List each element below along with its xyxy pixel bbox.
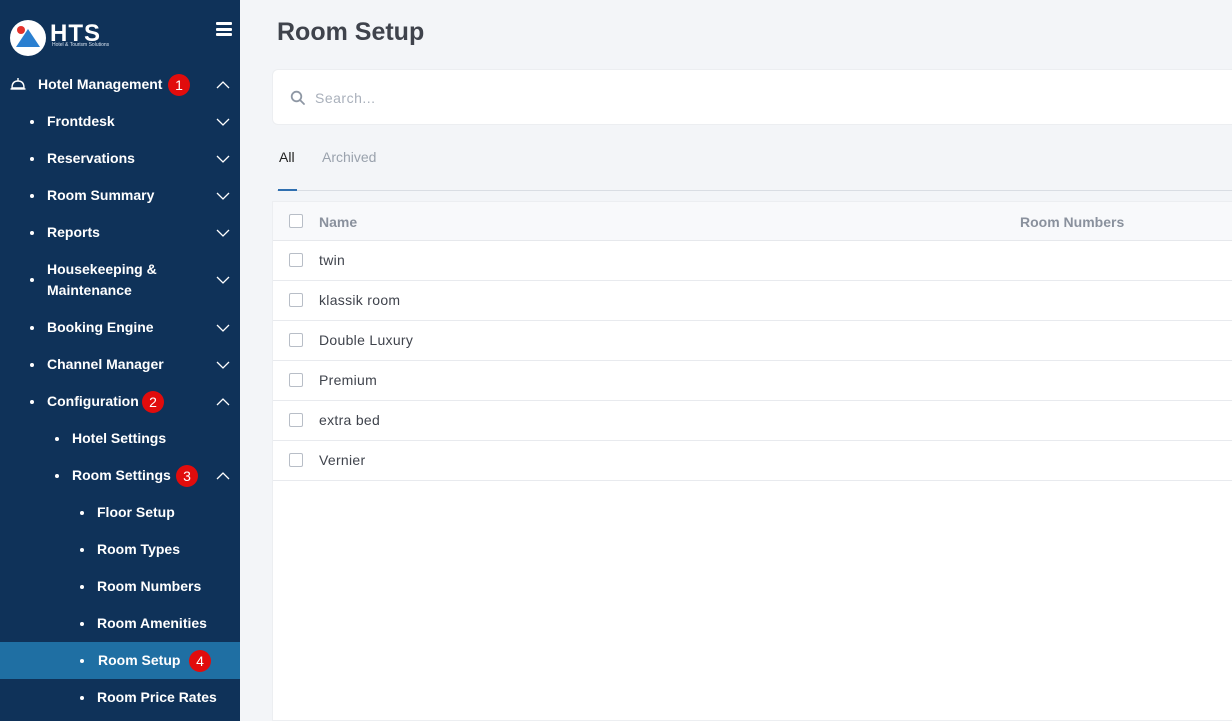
sidebar-item-label: Channel Manager: [47, 356, 164, 372]
sidebar-item-reports[interactable]: Reports: [0, 214, 240, 251]
sidebar-item-room-setup[interactable]: Room Setup 4: [0, 642, 240, 679]
sidebar-item-label: Reservations: [47, 150, 135, 166]
sidebar-header: HTS Hotel & Tourism Solutions: [0, 0, 240, 66]
tab-all[interactable]: All: [279, 149, 295, 165]
sidebar-item-hotel-settings[interactable]: Hotel Settings: [0, 420, 240, 457]
row-checkbox[interactable]: [289, 453, 303, 467]
row-checkbox[interactable]: [289, 373, 303, 387]
sidebar-item-label: Housekeeping &: [47, 261, 157, 277]
sidebar-item-label: Room Numbers: [97, 578, 202, 594]
row-checkbox[interactable]: [289, 413, 303, 427]
sidebar-item-frontdesk[interactable]: Frontdesk: [0, 103, 240, 140]
chevron-down-icon: [216, 115, 230, 129]
sidebar-item-room-settings[interactable]: Room Settings 3: [0, 457, 240, 494]
chevron-down-icon: [216, 358, 230, 372]
room-name: extra bed: [319, 412, 381, 428]
sidebar-item-booking-engine[interactable]: Booking Engine: [0, 309, 240, 346]
badge-number: 4: [189, 650, 211, 672]
chevron-up-icon: [216, 395, 230, 409]
room-setup-table: Name Room Numbers twin klassik room Doub…: [272, 201, 1232, 721]
main-content: Room Setup All Archived Name Room Number…: [240, 0, 1232, 721]
sidebar-item-label: Hotel Settings: [72, 430, 167, 446]
column-header-room-numbers[interactable]: Room Numbers: [1020, 214, 1124, 230]
sidebar-item-label: Room Settings: [72, 467, 171, 483]
page-title: Room Setup: [277, 18, 425, 46]
sidebar-item-hotel-management[interactable]: Hotel Management 1: [0, 66, 240, 103]
sidebar-item-room-amenities[interactable]: Room Amenities: [0, 605, 240, 642]
sidebar-item-room-types[interactable]: Room Types: [0, 531, 240, 568]
sidebar-item-label: Hotel Management: [38, 76, 163, 92]
room-name: klassik room: [319, 292, 401, 308]
table-row[interactable]: klassik room: [273, 281, 1232, 321]
sidebar-item-label: Room Price Rates: [97, 689, 217, 705]
badge-number: 1: [168, 74, 190, 96]
hts-logo: [10, 20, 46, 56]
table-row[interactable]: extra bed: [273, 401, 1232, 441]
chevron-up-icon: [216, 469, 230, 483]
brand-tagline: Hotel & Tourism Solutions: [52, 42, 110, 48]
badge-number: 2: [142, 391, 164, 413]
chevron-up-icon: [216, 78, 230, 92]
row-checkbox[interactable]: [289, 293, 303, 307]
room-name: Premium: [319, 372, 378, 388]
table-row[interactable]: Premium: [273, 361, 1232, 401]
sidebar-item-label: Booking Engine: [47, 319, 154, 335]
chevron-down-icon: [216, 152, 230, 166]
tab-bar: All Archived: [277, 140, 1232, 191]
room-name: Vernier: [319, 452, 366, 468]
chevron-down-icon: [216, 321, 230, 335]
menu-toggle-icon[interactable]: [216, 22, 232, 36]
sidebar-item-label: Configuration: [47, 393, 139, 409]
sidebar-item-label: Room Setup: [98, 652, 181, 668]
sidebar-item-label-line2: Maintenance: [47, 282, 132, 298]
room-name: twin: [319, 252, 346, 268]
table-row[interactable]: twin: [273, 241, 1232, 281]
sidebar-item-configuration[interactable]: Configuration 2: [0, 383, 240, 420]
chevron-down-icon: [216, 273, 230, 287]
sidebar-item-label: Room Types: [97, 541, 180, 557]
sidebar-item-label: Room Amenities: [97, 615, 207, 631]
sidebar-item-housekeeping-maintenance[interactable]: Housekeeping & Maintenance: [0, 251, 240, 309]
sidebar-item-label: Floor Setup: [97, 504, 175, 520]
search-bar: [272, 69, 1232, 125]
chevron-down-icon: [216, 189, 230, 203]
sidebar-item-room-summary[interactable]: Room Summary: [0, 177, 240, 214]
sidebar-item-channel-manager[interactable]: Channel Manager: [0, 346, 240, 383]
sidebar: HTS Hotel & Tourism Solutions Hotel Mana…: [0, 0, 240, 721]
tab-archived[interactable]: Archived: [322, 149, 376, 165]
table-row[interactable]: Vernier: [273, 441, 1232, 481]
select-all-checkbox[interactable]: [289, 214, 303, 228]
sidebar-item-label: Room Summary: [47, 187, 155, 203]
sidebar-item-label: Reports: [47, 224, 100, 240]
search-input[interactable]: [315, 88, 1195, 108]
badge-number: 3: [176, 465, 198, 487]
room-name: Double Luxury: [319, 332, 414, 348]
sidebar-item-floor-setup[interactable]: Floor Setup: [0, 494, 240, 531]
column-header-name[interactable]: Name: [319, 214, 357, 230]
table-row[interactable]: Double Luxury: [273, 321, 1232, 361]
sidebar-item-room-numbers[interactable]: Room Numbers: [0, 568, 240, 605]
sidebar-item-reservations[interactable]: Reservations: [0, 140, 240, 177]
table-header: Name Room Numbers: [273, 202, 1232, 241]
sidebar-item-room-price-rates[interactable]: Room Price Rates: [0, 679, 240, 716]
row-checkbox[interactable]: [289, 333, 303, 347]
active-tab-indicator: [278, 189, 297, 191]
search-icon: [290, 90, 305, 105]
bell-icon: [10, 78, 26, 90]
row-checkbox[interactable]: [289, 253, 303, 267]
chevron-down-icon: [216, 226, 230, 240]
sidebar-item-label: Frontdesk: [47, 113, 115, 129]
